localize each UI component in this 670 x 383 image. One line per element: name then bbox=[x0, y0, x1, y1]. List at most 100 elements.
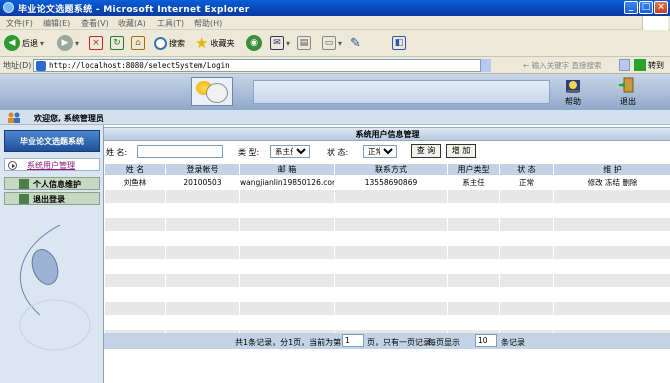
stop-button[interactable]: × bbox=[89, 34, 103, 52]
mouse-decoration-image bbox=[19, 225, 91, 351]
browser-toolbar: ◀ 后退 ▾ ▶ ▾ × ↻ ⌂ 搜索 ★ 收藏夹 ◉ ✉ ▾ ▤ ▭ ▾ ✎ … bbox=[0, 30, 670, 57]
table-cell bbox=[239, 245, 335, 260]
table-row bbox=[104, 189, 670, 204]
exit-label: 退出 bbox=[620, 97, 636, 106]
table-cell bbox=[104, 273, 166, 288]
cell-actions[interactable]: 修改 冻结 删除 bbox=[553, 175, 670, 190]
table-cell bbox=[239, 315, 335, 330]
menu-tools[interactable]: 工具(T) bbox=[157, 18, 184, 29]
windows-logo-icon bbox=[642, 16, 668, 30]
table-cell bbox=[447, 287, 500, 302]
query-button[interactable]: 查 询 bbox=[411, 144, 441, 158]
status-select[interactable]: 正常 bbox=[363, 145, 397, 158]
table-cell bbox=[553, 287, 670, 302]
pager-only-one-page: 页，只有一页记录 bbox=[367, 338, 431, 347]
exit-button[interactable]: 退出 bbox=[613, 77, 643, 107]
table-cell bbox=[104, 301, 166, 316]
menu-edit[interactable]: 编辑(E) bbox=[43, 18, 70, 29]
favorites-button[interactable]: ★ 收藏夹 bbox=[195, 34, 234, 52]
panel-title: 系统用户信息管理 bbox=[104, 127, 670, 141]
add-button[interactable]: 增 加 bbox=[446, 144, 476, 158]
table-cell bbox=[553, 301, 670, 316]
keyword-search-dropdown[interactable] bbox=[619, 59, 630, 71]
table-row bbox=[104, 217, 670, 232]
menu-file[interactable]: 文件(F) bbox=[6, 18, 33, 29]
profile-icon bbox=[19, 179, 29, 189]
table-cell bbox=[553, 189, 670, 204]
table-row bbox=[104, 287, 670, 302]
table-cell bbox=[553, 217, 670, 232]
pager: 共1条记录，分1页，当前为第 1 页，只有一页记录 每页显示 10 条记录 bbox=[104, 333, 670, 349]
table-cell bbox=[334, 217, 448, 232]
go-button[interactable]: 转到 bbox=[648, 60, 664, 71]
table-cell bbox=[334, 301, 448, 316]
discuss-button[interactable]: ✎ bbox=[350, 34, 361, 52]
table-cell bbox=[239, 259, 335, 274]
search-button[interactable]: 搜索 bbox=[154, 34, 185, 52]
home-button[interactable]: ⌂ bbox=[131, 34, 145, 52]
close-button[interactable]: × bbox=[654, 1, 668, 14]
table-cell bbox=[104, 245, 166, 260]
menu-view[interactable]: 查看(V) bbox=[81, 18, 109, 29]
back-label: 后退 bbox=[22, 38, 38, 48]
mail-button[interactable]: ✉ ▾ bbox=[270, 34, 290, 52]
minimize-button[interactable]: _ bbox=[624, 1, 638, 14]
per-page-input[interactable]: 10 bbox=[475, 334, 497, 347]
table-cell bbox=[334, 315, 448, 330]
site-logo bbox=[191, 77, 233, 106]
forward-arrow-icon: ▶ bbox=[57, 35, 73, 51]
refresh-button[interactable]: ↻ bbox=[110, 34, 124, 52]
table-cell bbox=[239, 217, 335, 232]
table-cell bbox=[104, 259, 166, 274]
forward-button[interactable]: ▶ ▾ bbox=[57, 34, 79, 52]
page-icon bbox=[36, 61, 46, 71]
table-cell bbox=[553, 231, 670, 246]
table-body: 刘鱼林 20100503 wangjianlin19850126.com 135… bbox=[104, 175, 670, 344]
address-input[interactable]: http://localhost:8080/selectSystem/Login bbox=[33, 59, 491, 72]
sidebar-item-profile[interactable]: 个人信息维护 bbox=[4, 177, 100, 190]
address-dropdown-button[interactable] bbox=[480, 59, 491, 72]
back-button[interactable]: ◀ 后退 ▾ bbox=[4, 34, 44, 52]
messenger-button[interactable]: ◧ bbox=[392, 34, 406, 52]
table-cell bbox=[165, 301, 240, 316]
cell-account: 20100503 bbox=[165, 175, 240, 190]
cell-status: 正常 bbox=[499, 175, 554, 190]
pager-records-label: 条记录 bbox=[501, 338, 525, 347]
print-button[interactable]: ▤ bbox=[297, 34, 311, 52]
help-button[interactable]: 帮助 bbox=[558, 77, 588, 107]
table-row bbox=[104, 315, 670, 330]
column-header-contact: 联系方式 bbox=[334, 163, 448, 176]
menu-favorites[interactable]: 收藏(A) bbox=[118, 18, 146, 29]
go-arrow-icon[interactable] bbox=[634, 59, 646, 71]
mail-icon: ✉ bbox=[270, 36, 284, 50]
table-cell bbox=[499, 217, 554, 232]
table-header-row: 姓 名 登录帐号 邮 箱 联系方式 用户类型 状 态 维 护 bbox=[104, 163, 670, 176]
edit-button[interactable]: ▭ ▾ bbox=[322, 34, 342, 52]
table-row: 刘鱼林 20100503 wangjianlin19850126.com 135… bbox=[104, 175, 670, 190]
type-select[interactable]: 系主任 bbox=[270, 145, 310, 158]
table-cell bbox=[447, 259, 500, 274]
media-button[interactable]: ◉ bbox=[246, 34, 262, 52]
status-label: 状 态: bbox=[327, 148, 349, 157]
table-cell bbox=[104, 231, 166, 246]
window-titlebar: 毕业论文选题系统 - Microsoft Internet Explorer _… bbox=[0, 0, 670, 16]
search-icon bbox=[154, 36, 167, 50]
table-cell bbox=[239, 273, 335, 288]
sidebar-item-label: 个人信息维护 bbox=[33, 180, 81, 189]
name-input[interactable] bbox=[137, 145, 223, 158]
menu-help[interactable]: 帮助(H) bbox=[194, 18, 222, 29]
table-cell bbox=[334, 287, 448, 302]
sidebar-item-user-management[interactable]: 系统用户管理 bbox=[4, 158, 100, 171]
maximize-button[interactable]: □ bbox=[639, 1, 653, 14]
table-cell bbox=[447, 301, 500, 316]
sidebar-item-logout[interactable]: 退出登录 bbox=[4, 192, 100, 205]
table-cell bbox=[104, 315, 166, 330]
column-header-user-type: 用户类型 bbox=[447, 163, 500, 176]
users-icon bbox=[8, 112, 20, 123]
table-row bbox=[104, 273, 670, 288]
keyword-search-input[interactable]: ← 输入关键字 直接搜索 bbox=[523, 60, 602, 71]
current-page-input[interactable]: 1 bbox=[342, 334, 364, 347]
cell-user-type: 系主任 bbox=[447, 175, 500, 190]
table-cell bbox=[239, 231, 335, 246]
table-cell bbox=[447, 189, 500, 204]
